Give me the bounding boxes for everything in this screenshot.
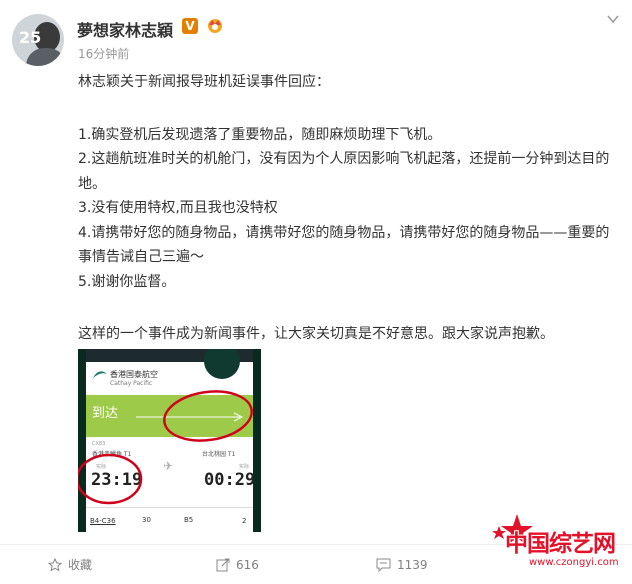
airline-sub: Cathay Pacific [110, 380, 153, 387]
avatar[interactable]: 25 [12, 14, 64, 66]
post-point-4: 4.请携带好您的随身物品，请携带好您的随身物品，请携带好您的随身物品——重要的事… [78, 224, 610, 266]
boarding-screen: 香港国泰航空 Cathay Pacific 到达 CX83 香港赤鱲角 T1 台… [86, 349, 256, 532]
seat-value: 30 [142, 516, 151, 524]
post-point-5: 5.谢谢你监督。 [78, 273, 176, 290]
star-icon [48, 557, 62, 572]
post-intro: 林志颖关于新闻报导班机延误事件回应： [78, 74, 330, 90]
belt-value: B5 [184, 516, 194, 524]
verified-icon: V [182, 18, 198, 34]
comment-button[interactable]: 1139 [376, 545, 428, 584]
arrow-right-icon [136, 412, 244, 422]
watermark: 中国综艺网 www.czongyi.com [487, 512, 629, 582]
post-photo[interactable]: 香港国泰航空 Cathay Pacific 到达 CX83 香港赤鱲角 T1 台… [78, 349, 261, 532]
airline-name: 香港国泰航空 [110, 370, 158, 379]
status-label: 到达 [92, 406, 119, 421]
arrival-time: 00:29 [204, 470, 256, 490]
comment-icon [376, 558, 391, 572]
post-closing: 这样的一个事件成为新闻事件，让大家关切真是不好意思。跟大家说声抱歉。 [78, 326, 554, 342]
post-point-2: 2.这趟航班准时关的机舱门，没有因为个人原因影响飞机起落，还提前一分钟到达目的地… [78, 151, 610, 192]
airline-logo-icon [93, 371, 107, 378]
repost-count: 616 [236, 557, 259, 572]
repost-button[interactable]: 616 [216, 545, 259, 584]
arrival-terminal: 台北桃园 T1 [202, 451, 236, 458]
member-crown-icon [208, 19, 222, 33]
departure-terminal: 香港赤鱲角 T1 [92, 451, 132, 458]
author-name[interactable]: 夢想家林志穎 [77, 17, 173, 41]
weibo-post: 25 夢想家林志穎 V 16分钟前 林志颖关于新闻报导班机延误事件回应： 1.确… [0, 0, 632, 583]
post-time[interactable]: 16分钟前 [78, 45, 129, 62]
arrival-label: 实际 [239, 464, 250, 470]
count-value: 2 [242, 517, 247, 525]
flight-number: CX83 [92, 441, 106, 447]
departure-time: 23:19 [91, 470, 143, 490]
favorite-button[interactable]: 收藏 [48, 545, 92, 584]
watermark-main: 中国综艺网 [505, 531, 616, 557]
favorite-label: 收藏 [68, 558, 93, 572]
post-point-3: 3.没有使用特权,而且我也没特权 [78, 200, 278, 216]
departure-label: 实际 [96, 464, 107, 470]
post-point-1: 1.确实登机后发现遗落了重要物品，随即麻烦助理下飞机。 [78, 126, 442, 143]
watermark-sub: www.czongyi.com [529, 557, 619, 568]
post-content: 林志颖关于新闻报导班机延误事件回应： 1.确实登机后发现遗落了重要物品，随即麻烦… [78, 70, 618, 347]
chevron-down-icon[interactable] [607, 14, 619, 24]
comment-count: 1139 [397, 557, 428, 572]
plane-icon: ✈ [163, 459, 174, 473]
gate-value: B4-C36 [90, 517, 116, 525]
repost-icon [216, 558, 230, 571]
status-bar: 到达 [86, 395, 253, 437]
